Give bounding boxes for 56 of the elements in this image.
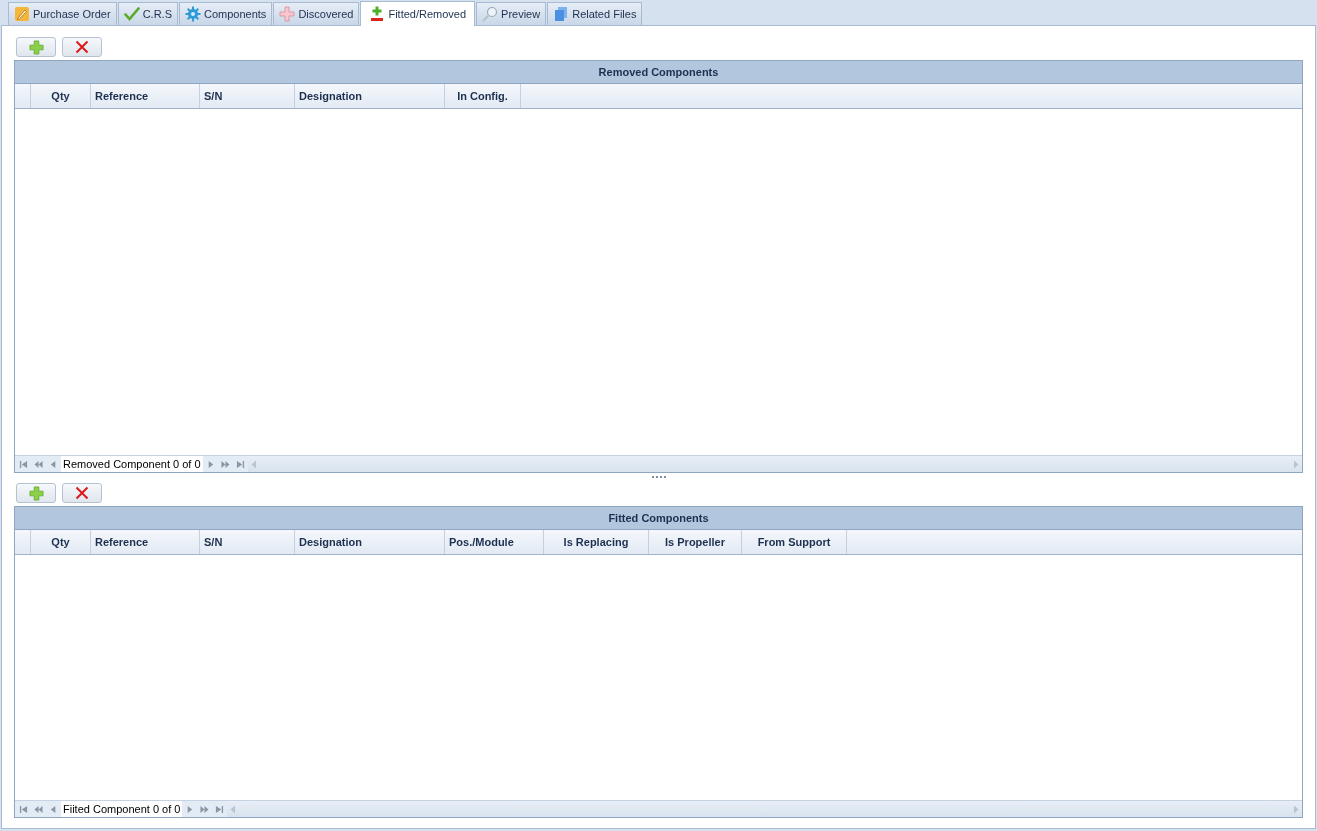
first-record-icon[interactable]	[19, 804, 28, 814]
add-button[interactable]	[16, 37, 56, 57]
grid-title: Removed Components	[15, 61, 1302, 84]
record-counter: Fiited Component 0 of 0	[61, 801, 183, 817]
column-header[interactable]: Designation	[295, 84, 445, 108]
tab[interactable]: Components	[179, 2, 273, 25]
column-header[interactable]: Is Replacing	[544, 530, 649, 554]
last-record-icon[interactable]	[235, 459, 245, 469]
previous-page-icon[interactable]	[34, 804, 43, 814]
next-page-icon[interactable]	[200, 804, 210, 814]
tab[interactable]: Related Files	[547, 2, 643, 25]
tab[interactable]: Preview	[476, 2, 547, 25]
plus-minus-icon	[369, 6, 386, 22]
checkmark-icon	[123, 6, 140, 22]
tab[interactable]: Discovered	[273, 2, 360, 25]
tab[interactable]: Fitted/Removed	[360, 1, 476, 26]
scroll-right-icon[interactable]	[1293, 804, 1299, 814]
next-page-icon[interactable]	[220, 459, 230, 469]
grid-title: Fitted Components	[15, 507, 1302, 530]
plus-icon	[279, 6, 296, 22]
magnifier-icon	[482, 6, 499, 22]
first-record-icon[interactable]	[19, 459, 28, 469]
close-icon	[75, 40, 89, 54]
tab[interactable]: Purchase Order	[8, 2, 117, 25]
previous-page-icon[interactable]	[34, 459, 43, 469]
column-header[interactable]: Reference	[91, 530, 200, 554]
files-icon	[553, 6, 570, 22]
column-header[interactable]: S/N	[200, 84, 295, 108]
column-header[interactable]: From Support	[742, 530, 847, 554]
previous-record-icon[interactable]	[49, 459, 58, 469]
delete-button[interactable]	[62, 483, 102, 503]
last-record-icon[interactable]	[215, 804, 225, 814]
scroll-right-icon[interactable]	[1293, 459, 1299, 469]
column-header[interactable]: Pos./Module	[445, 530, 544, 554]
previous-record-icon[interactable]	[49, 804, 58, 814]
delete-button[interactable]	[62, 37, 102, 57]
scroll-left-icon[interactable]	[230, 804, 237, 814]
plus-icon	[28, 39, 44, 55]
add-button[interactable]	[16, 483, 56, 503]
record-counter: Removed Component 0 of 0	[61, 456, 203, 472]
column-header[interactable]: Qty	[31, 84, 91, 108]
horizontal-scrollbar[interactable]	[247, 456, 1302, 472]
column-header[interactable]: Designation	[295, 530, 445, 554]
horizontal-scrollbar[interactable]	[227, 801, 1302, 817]
pencil-icon	[14, 6, 30, 22]
column-header[interactable]: Reference	[91, 84, 200, 108]
column-header[interactable]: Qty	[31, 530, 91, 554]
plus-icon	[28, 485, 44, 501]
scroll-left-icon[interactable]	[250, 459, 257, 469]
column-header[interactable]: S/N	[200, 530, 295, 554]
close-icon	[75, 486, 89, 500]
tab[interactable]: C.R.S	[117, 2, 178, 25]
column-header[interactable]: In Config.	[445, 84, 521, 108]
gear-icon	[185, 6, 201, 22]
column-header[interactable]: Is Propeller	[649, 530, 742, 554]
next-record-icon[interactable]	[185, 804, 195, 814]
